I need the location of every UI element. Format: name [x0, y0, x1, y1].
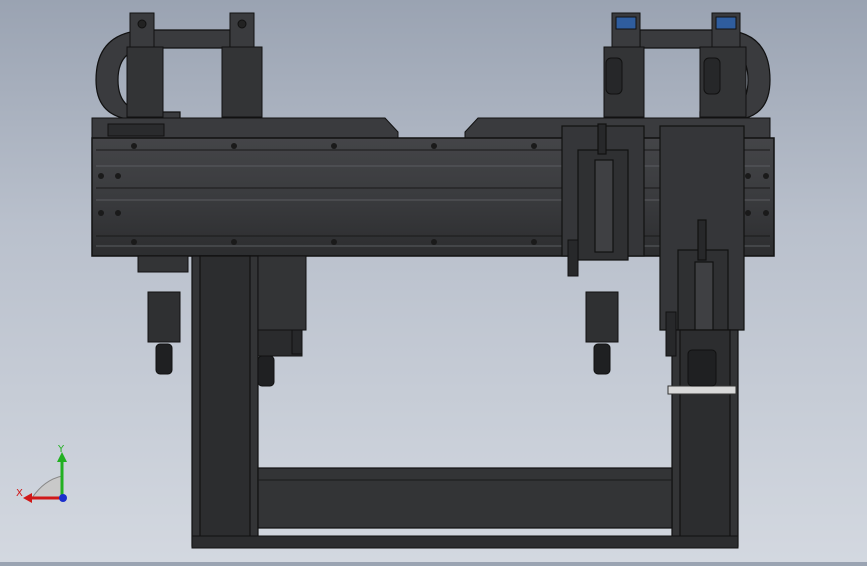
triad-base-icon: [31, 475, 63, 499]
base-plate: [191, 535, 739, 549]
cad-viewport[interactable]: [0, 0, 867, 562]
left-leg: [191, 255, 259, 547]
z-axis-dot: [59, 494, 67, 502]
pressure-display-1: [603, 12, 645, 118]
gantry-model: [91, 12, 775, 549]
connector-block: [107, 123, 165, 137]
coordinate-triad: Y X: [14, 440, 74, 510]
pressure-display-2: [699, 12, 747, 118]
tool-block-2: [257, 255, 307, 387]
y-axis-label: Y: [57, 444, 65, 455]
white-plate: [667, 385, 737, 395]
sensor-head-1: [126, 12, 164, 118]
tool-block-1: [137, 255, 189, 375]
x-axis-label: X: [16, 488, 23, 499]
lower-crossbar: [257, 467, 673, 529]
sensor-head-2: [221, 12, 263, 118]
